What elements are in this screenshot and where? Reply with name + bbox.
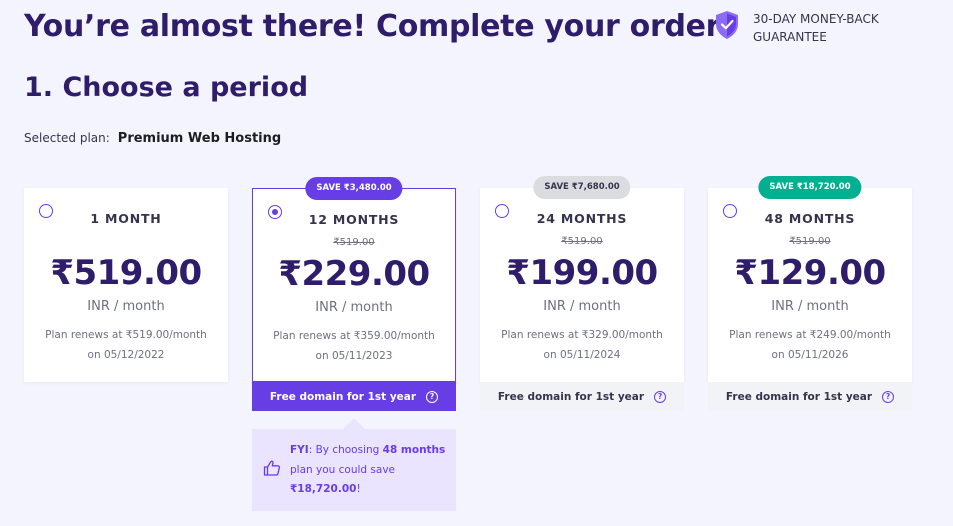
plan-card-1-month[interactable]: 1 MONTH ₹519.00 INR / month Plan renews …: [24, 188, 228, 382]
free-domain-banner-48-months: Free domain for 1st year ?: [708, 382, 912, 411]
save-badge: SAVE ₹3,480.00: [305, 177, 403, 200]
renewal-date: on 05/12/2022: [87, 349, 165, 361]
plan-price: ₹519.00: [50, 253, 202, 293]
plan-period: 12 MONTHS: [308, 212, 400, 227]
fyi-prefix: FYI: [290, 444, 309, 456]
original-price: ₹519.00: [333, 237, 375, 248]
original-price: ₹519.00: [789, 236, 831, 247]
selected-plan-label: Selected plan:: [24, 131, 110, 145]
plan-period: 24 MONTHS: [536, 211, 628, 226]
renewal-price: Plan renews at ₹249.00/month: [729, 329, 891, 341]
fyi-amount: ₹18,720.00: [290, 483, 357, 495]
renewal-price: Plan renews at ₹359.00/month: [273, 330, 435, 342]
fyi-message: FYI: By choosing 48 months plan you coul…: [290, 441, 450, 500]
fyi-text-1: : By choosing: [308, 444, 383, 456]
fyi-text-2: plan you could save: [290, 463, 395, 476]
plan-price-unit: INR / month: [87, 299, 165, 314]
guarantee-line-1: 30-DAY MONEY-BACK: [753, 12, 879, 26]
help-icon[interactable]: ?: [882, 390, 895, 403]
plan-card-48-months[interactable]: SAVE ₹18,720.00 48 MONTHS ₹519.00 ₹129.0…: [708, 176, 912, 382]
save-badge: SAVE ₹18,720.00: [758, 176, 862, 199]
renewal-date: on 05/11/2026: [771, 349, 849, 361]
plan-card-12-months[interactable]: SAVE ₹3,480.00 12 MONTHS ₹519.00 ₹229.00…: [252, 177, 456, 382]
free-domain-banner-12-months: Free domain for 1st year ?: [252, 382, 456, 411]
free-domain-label: Free domain for 1st year: [497, 390, 645, 403]
plan-price-unit: INR / month: [543, 299, 621, 314]
free-domain-label: Free domain for 1st year: [725, 390, 873, 403]
help-icon[interactable]: ?: [426, 390, 439, 403]
plan-price-unit: INR / month: [771, 299, 849, 314]
plan-card-24-months[interactable]: SAVE ₹7,680.00 24 MONTHS ₹519.00 ₹199.00…: [480, 176, 684, 382]
selected-plan-name: Premium Web Hosting: [117, 131, 282, 146]
free-domain-banner-24-months: Free domain for 1st year ?: [480, 382, 684, 411]
renewal-price: Plan renews at ₹519.00/month: [45, 329, 207, 341]
guarantee-line-2: GUARANTEE: [753, 30, 827, 44]
selected-plan: Selected plan: Premium Web Hosting: [24, 131, 281, 146]
section-title: 1. Choose a period: [24, 72, 309, 103]
help-icon[interactable]: ?: [654, 390, 667, 403]
fyi-period: 48 months: [382, 444, 446, 456]
page-title: You’re almost there! Complete your order: [24, 9, 721, 44]
renewal-date: on 05/11/2023: [315, 350, 393, 362]
plan-renewal-info: Plan renews at ₹249.00/month on 05/11/20…: [718, 325, 902, 365]
fyi-suffix: !: [356, 483, 361, 495]
fyi-upsell-box: FYI: By choosing 48 months plan you coul…: [252, 429, 456, 511]
plan-price: ₹229.00: [278, 254, 430, 294]
renewal-date: on 05/11/2024: [543, 349, 621, 361]
plan-price: ₹129.00: [734, 253, 886, 293]
plan-renewal-info: Plan renews at ₹359.00/month on 05/11/20…: [263, 326, 445, 366]
free-domain-label: Free domain for 1st year: [269, 390, 417, 403]
plan-renewal-info: Plan renews at ₹329.00/month on 05/11/20…: [490, 325, 674, 365]
plan-period: 1 MONTH: [90, 211, 162, 226]
plan-period: 48 MONTHS: [764, 211, 856, 226]
renewal-price: Plan renews at ₹329.00/month: [501, 329, 663, 341]
plan-price-unit: INR / month: [315, 300, 393, 315]
money-back-guarantee: 30-DAY MONEY-BACK GUARANTEE: [714, 10, 903, 46]
shield-check-icon: [716, 11, 738, 39]
original-price: ₹519.00: [561, 236, 603, 247]
plan-price: ₹199.00: [506, 253, 658, 293]
thumbs-up-icon: [263, 460, 281, 476]
plan-renewal-info: Plan renews at ₹519.00/month on 05/12/20…: [34, 325, 218, 365]
save-badge: SAVE ₹7,680.00: [533, 176, 631, 199]
